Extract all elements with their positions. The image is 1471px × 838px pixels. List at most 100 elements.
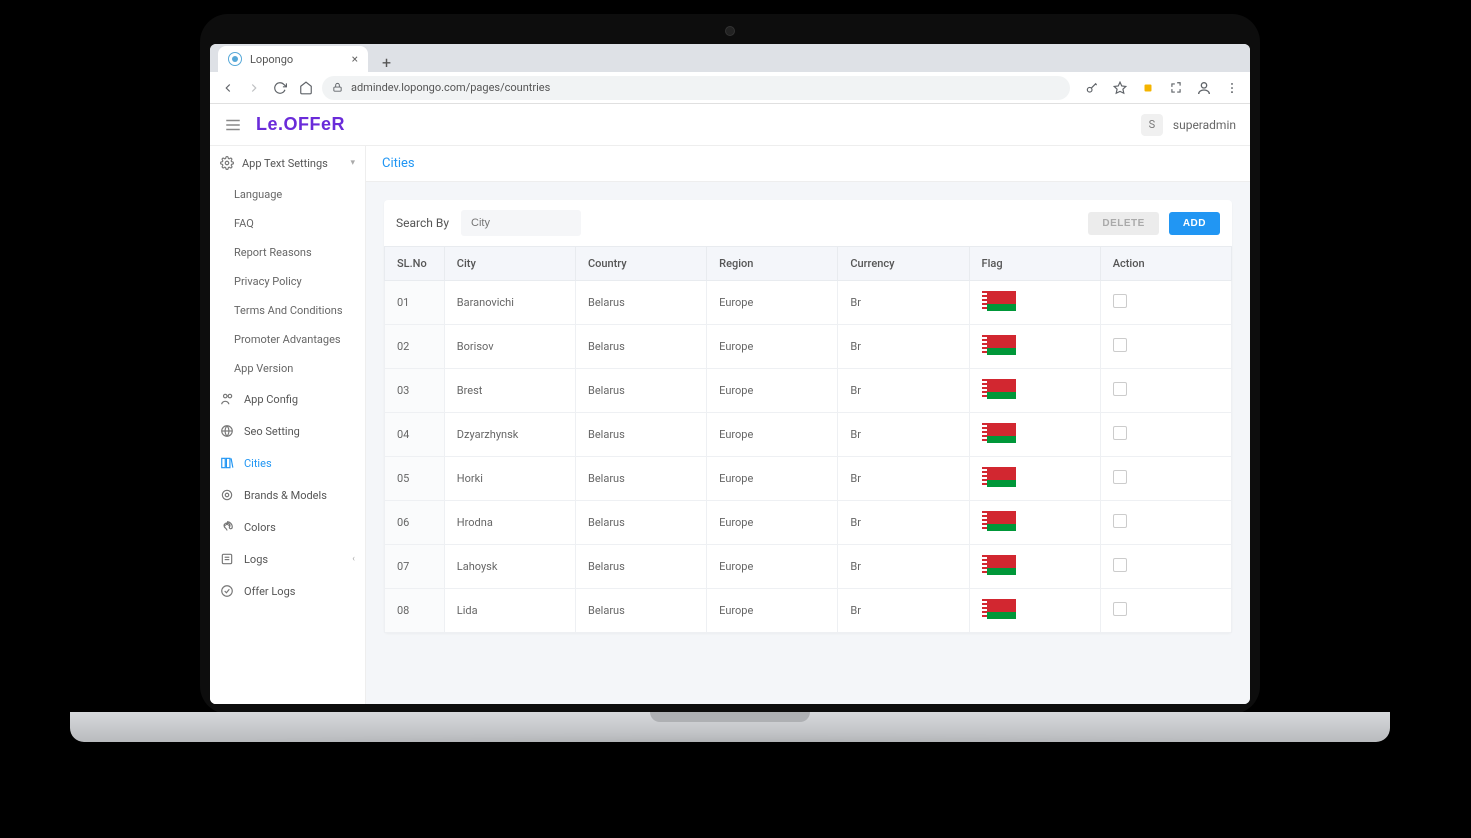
flag-belarus-icon xyxy=(982,555,1016,575)
sidebar-item[interactable]: Logs ‹ xyxy=(210,543,365,575)
sidebar-sub-item[interactable]: Language xyxy=(210,180,365,209)
sidebar-item-icon xyxy=(220,552,234,566)
cell-action xyxy=(1100,369,1231,413)
cell-country: Belarus xyxy=(575,589,706,633)
puzzle-icon[interactable] xyxy=(1166,78,1186,98)
flag-belarus-icon xyxy=(982,335,1016,355)
search-label: Search By xyxy=(396,216,449,230)
table-row: 08LidaBelarusEuropeBr xyxy=(385,589,1232,633)
cell-sl: 07 xyxy=(385,545,445,589)
tab-title: Lopongo xyxy=(250,53,293,66)
table-row: 01BaranovichiBelarusEuropeBr xyxy=(385,281,1232,325)
sidebar-item-icon xyxy=(220,424,234,438)
flag-belarus-icon xyxy=(982,379,1016,399)
delete-button[interactable]: DELETE xyxy=(1088,212,1158,235)
cell-sl: 06 xyxy=(385,501,445,545)
cell-region: Europe xyxy=(707,413,838,457)
cell-flag xyxy=(969,545,1100,589)
browser-tab[interactable]: Lopongo × xyxy=(218,46,368,72)
sidebar: App Text Settings ▾ LanguageFAQReport Re… xyxy=(210,146,366,704)
cell-currency: Br xyxy=(838,545,969,589)
laptop-notch xyxy=(650,712,810,722)
camera-dot xyxy=(725,26,735,36)
cell-currency: Br xyxy=(838,501,969,545)
add-button[interactable]: ADD xyxy=(1169,212,1220,235)
brand-logo: Le.OFFeR xyxy=(256,114,345,135)
sidebar-sub-item[interactable]: Terms And Conditions xyxy=(210,296,365,325)
sidebar-item-label: Offer Logs xyxy=(244,585,295,598)
row-checkbox[interactable] xyxy=(1113,558,1127,572)
sidebar-item-label: Colors xyxy=(244,521,276,534)
sidebar-group-label: App Text Settings xyxy=(242,157,328,170)
star-icon[interactable] xyxy=(1110,78,1130,98)
row-checkbox[interactable] xyxy=(1113,470,1127,484)
cell-region: Europe xyxy=(707,545,838,589)
sidebar-item[interactable]: Cities xyxy=(210,447,365,479)
home-icon[interactable] xyxy=(296,78,316,98)
header-user[interactable]: S superadmin xyxy=(1141,114,1236,136)
sidebar-item-label: Seo Setting xyxy=(244,425,300,438)
laptop-frame: Lopongo × + admindev.lopong xyxy=(200,14,1260,714)
reload-icon[interactable] xyxy=(270,78,290,98)
browser-address-bar: admindev.lopongo.com/pages/countries xyxy=(210,72,1250,104)
sidebar-item[interactable]: Offer Logs xyxy=(210,575,365,607)
cell-country: Belarus xyxy=(575,457,706,501)
profile-icon[interactable] xyxy=(1194,78,1214,98)
row-checkbox[interactable] xyxy=(1113,602,1127,616)
cell-sl: 01 xyxy=(385,281,445,325)
cell-city: Dzyarzhynsk xyxy=(444,413,575,457)
sidebar-item[interactable]: Seo Setting xyxy=(210,415,365,447)
search-input[interactable] xyxy=(461,210,581,236)
browser-tabs-bar: Lopongo × + xyxy=(210,44,1250,72)
cell-flag xyxy=(969,413,1100,457)
sidebar-sub-item[interactable]: FAQ xyxy=(210,209,365,238)
table-row: 06HrodnaBelarusEuropeBr xyxy=(385,501,1232,545)
avatar: S xyxy=(1141,114,1163,136)
lock-icon xyxy=(332,82,343,93)
key-icon[interactable] xyxy=(1082,78,1102,98)
cell-currency: Br xyxy=(838,413,969,457)
cell-city: Brest xyxy=(444,369,575,413)
gear-icon xyxy=(220,156,234,170)
row-checkbox[interactable] xyxy=(1113,382,1127,396)
cell-currency: Br xyxy=(838,589,969,633)
cell-region: Europe xyxy=(707,369,838,413)
cities-table: SL.No City Country Region Currency Flag … xyxy=(384,246,1232,633)
extension-icon[interactable] xyxy=(1138,78,1158,98)
col-country: Country xyxy=(575,247,706,281)
cell-city: Baranovichi xyxy=(444,281,575,325)
row-checkbox[interactable] xyxy=(1113,338,1127,352)
cell-sl: 04 xyxy=(385,413,445,457)
sidebar-sub-item[interactable]: Privacy Policy xyxy=(210,267,365,296)
cell-sl: 02 xyxy=(385,325,445,369)
cell-sl: 03 xyxy=(385,369,445,413)
row-checkbox[interactable] xyxy=(1113,514,1127,528)
flag-belarus-icon xyxy=(982,467,1016,487)
cell-action xyxy=(1100,281,1231,325)
new-tab-button[interactable]: + xyxy=(376,53,397,72)
sidebar-group-app-text-settings[interactable]: App Text Settings ▾ xyxy=(210,146,365,180)
chevron-down-icon: ▾ xyxy=(350,158,355,168)
hamburger-icon[interactable] xyxy=(224,116,242,134)
sidebar-item[interactable]: Colors xyxy=(210,511,365,543)
url-field[interactable]: admindev.lopongo.com/pages/countries xyxy=(322,76,1070,100)
row-checkbox[interactable] xyxy=(1113,426,1127,440)
sidebar-item[interactable]: App Config xyxy=(210,383,365,415)
chevron-left-icon: ‹ xyxy=(352,554,355,564)
sidebar-item[interactable]: Brands & Models xyxy=(210,479,365,511)
row-checkbox[interactable] xyxy=(1113,294,1127,308)
forward-icon[interactable] xyxy=(244,78,264,98)
tab-close-icon[interactable]: × xyxy=(352,52,358,66)
cell-action xyxy=(1100,589,1231,633)
sidebar-sub-item[interactable]: Report Reasons xyxy=(210,238,365,267)
sidebar-sub-item[interactable]: Promoter Advantages xyxy=(210,325,365,354)
sidebar-item-label: Logs xyxy=(244,553,268,566)
table-row: 07LahoyskBelarusEuropeBr xyxy=(385,545,1232,589)
page-title: Cities xyxy=(366,146,1250,182)
cell-country: Belarus xyxy=(575,545,706,589)
toolbar: Search By DELETE ADD xyxy=(384,200,1232,246)
app-header: Le.OFFeR S superadmin xyxy=(210,104,1250,146)
sidebar-sub-item[interactable]: App Version xyxy=(210,354,365,383)
back-icon[interactable] xyxy=(218,78,238,98)
menu-dots-icon[interactable] xyxy=(1222,78,1242,98)
